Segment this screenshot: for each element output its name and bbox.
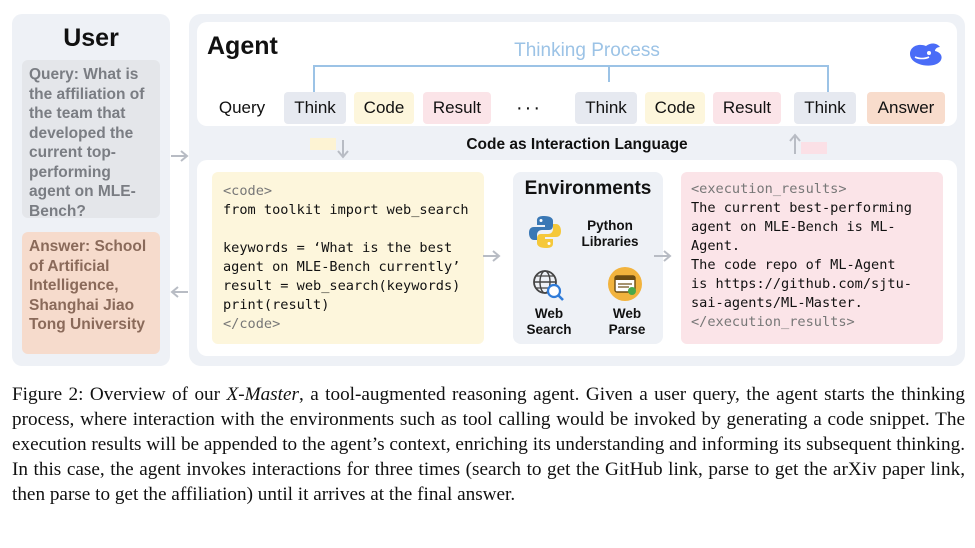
caption-prefix: Figure 2: Overview of our [12,384,227,405]
code-line: <code> [223,183,273,199]
seq-think: Think [794,92,856,124]
result-line: The code repo of ML-Agent [691,257,896,273]
seq-ellipsis: ··· [516,97,542,119]
result-line: is https://github.com/sjtu- [691,276,912,292]
code-line: </code> [223,316,281,332]
python-icon [529,216,561,248]
execution-results-block: <execution_results> The current best-per… [681,172,943,344]
seq-result: Result [423,92,491,124]
agent-bottom-section: <code> from toolkit import web_search ke… [197,160,957,356]
user-panel: User Query: What is the affiliation of t… [12,14,170,366]
result-line: sai-agents/ML-Master. [691,295,863,311]
whale-logo-icon [910,43,942,66]
user-title: User [63,24,119,52]
interaction-language-label: Code as Interaction Language [466,136,688,153]
agent-top-section: Agent Thinking Process Query Think Code … [197,22,957,126]
code-block: <code> from toolkit import web_search ke… [212,172,484,344]
agent-panel: Agent Thinking Process Query Think Code … [189,14,965,366]
result-line: <execution_results> [691,181,847,197]
web-search-label: Web Search [526,306,572,337]
python-libraries-label: Python Libraries [581,218,639,249]
web-parse-label: Web Parse [608,306,646,337]
seq-think: Think [575,92,637,124]
caption-emphasis: X-Master [226,384,299,405]
code-line: result = web_search(keywords) [223,278,461,294]
agent-title: Agent [207,32,278,60]
seq-code: Code [645,92,705,124]
thinking-process-label: Thinking Process [497,40,677,62]
seq-query: Query [207,92,277,124]
environments-title: Environments [524,178,652,199]
code-line: print(result) [223,297,330,313]
seq-code: Code [354,92,414,124]
figure-caption: Figure 2: Overview of our X-Master, a to… [12,382,965,507]
seq-answer: Answer [867,92,945,124]
code-line: keywords = ‘What is the best [223,240,453,256]
result-line: Agent. [691,238,741,254]
web-search-icon [533,270,564,301]
user-query: Query: What is the affiliation of the te… [22,60,160,220]
result-line: </execution_results> [691,314,855,330]
user-answer: Answer: School of Artificial Intelligenc… [22,232,160,354]
result-line: The current best-performing [691,200,912,216]
seq-result: Result [713,92,781,124]
code-line: agent on MLE-Bench currently’ [223,259,461,275]
result-line: agent on MLE-Bench is ML- [691,219,896,235]
web-parse-icon [608,267,642,301]
seq-think: Think [284,92,346,124]
figure: User Query: What is the affiliation of t… [12,14,965,366]
environments-box: Environments Python Libraries Web Search… [513,172,663,344]
code-line: from toolkit import web_search [223,202,469,218]
